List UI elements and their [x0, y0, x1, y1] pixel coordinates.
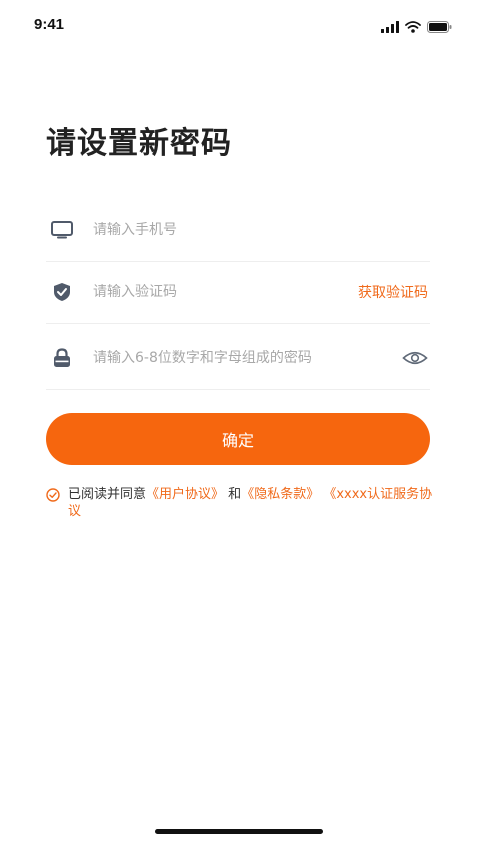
- phone-icon: [51, 219, 73, 241]
- status-bar: 9:41: [0, 0, 478, 44]
- agreement-prefix: 已阅读并同意: [68, 487, 147, 502]
- phone-input[interactable]: [93, 221, 430, 238]
- shield-check-icon: [51, 281, 73, 303]
- lock-icon: [51, 347, 73, 369]
- user-agreement-link[interactable]: 《用户协议》: [146, 487, 224, 502]
- password-field-row: [46, 326, 430, 390]
- password-input[interactable]: [93, 349, 402, 366]
- agreement: 已阅读并同意《用户协议》 和《隐私条款》 《xxxx认证服务协议: [46, 486, 436, 520]
- phone-field-row: [46, 198, 430, 262]
- signal-icon: [381, 18, 399, 37]
- code-field-row: 获取验证码: [46, 260, 430, 324]
- confirm-button[interactable]: 确定: [46, 413, 430, 465]
- wifi-icon: [405, 18, 421, 37]
- status-time: 9:41: [34, 16, 65, 33]
- privacy-link[interactable]: 《隐私条款》: [241, 487, 319, 502]
- page-title: 请设置新密码: [46, 126, 232, 161]
- get-code-button[interactable]: 获取验证码: [358, 282, 428, 302]
- status-icons: [381, 18, 452, 37]
- agreement-text: 已阅读并同意《用户协议》 和《隐私条款》 《xxxx认证服务协议: [46, 486, 436, 520]
- code-input[interactable]: [93, 283, 358, 300]
- eye-icon[interactable]: [402, 348, 428, 368]
- home-indicator: [155, 829, 323, 834]
- agreement-and: 和: [228, 487, 242, 502]
- agree-checkbox-icon[interactable]: [46, 488, 60, 502]
- battery-icon: [427, 18, 452, 37]
